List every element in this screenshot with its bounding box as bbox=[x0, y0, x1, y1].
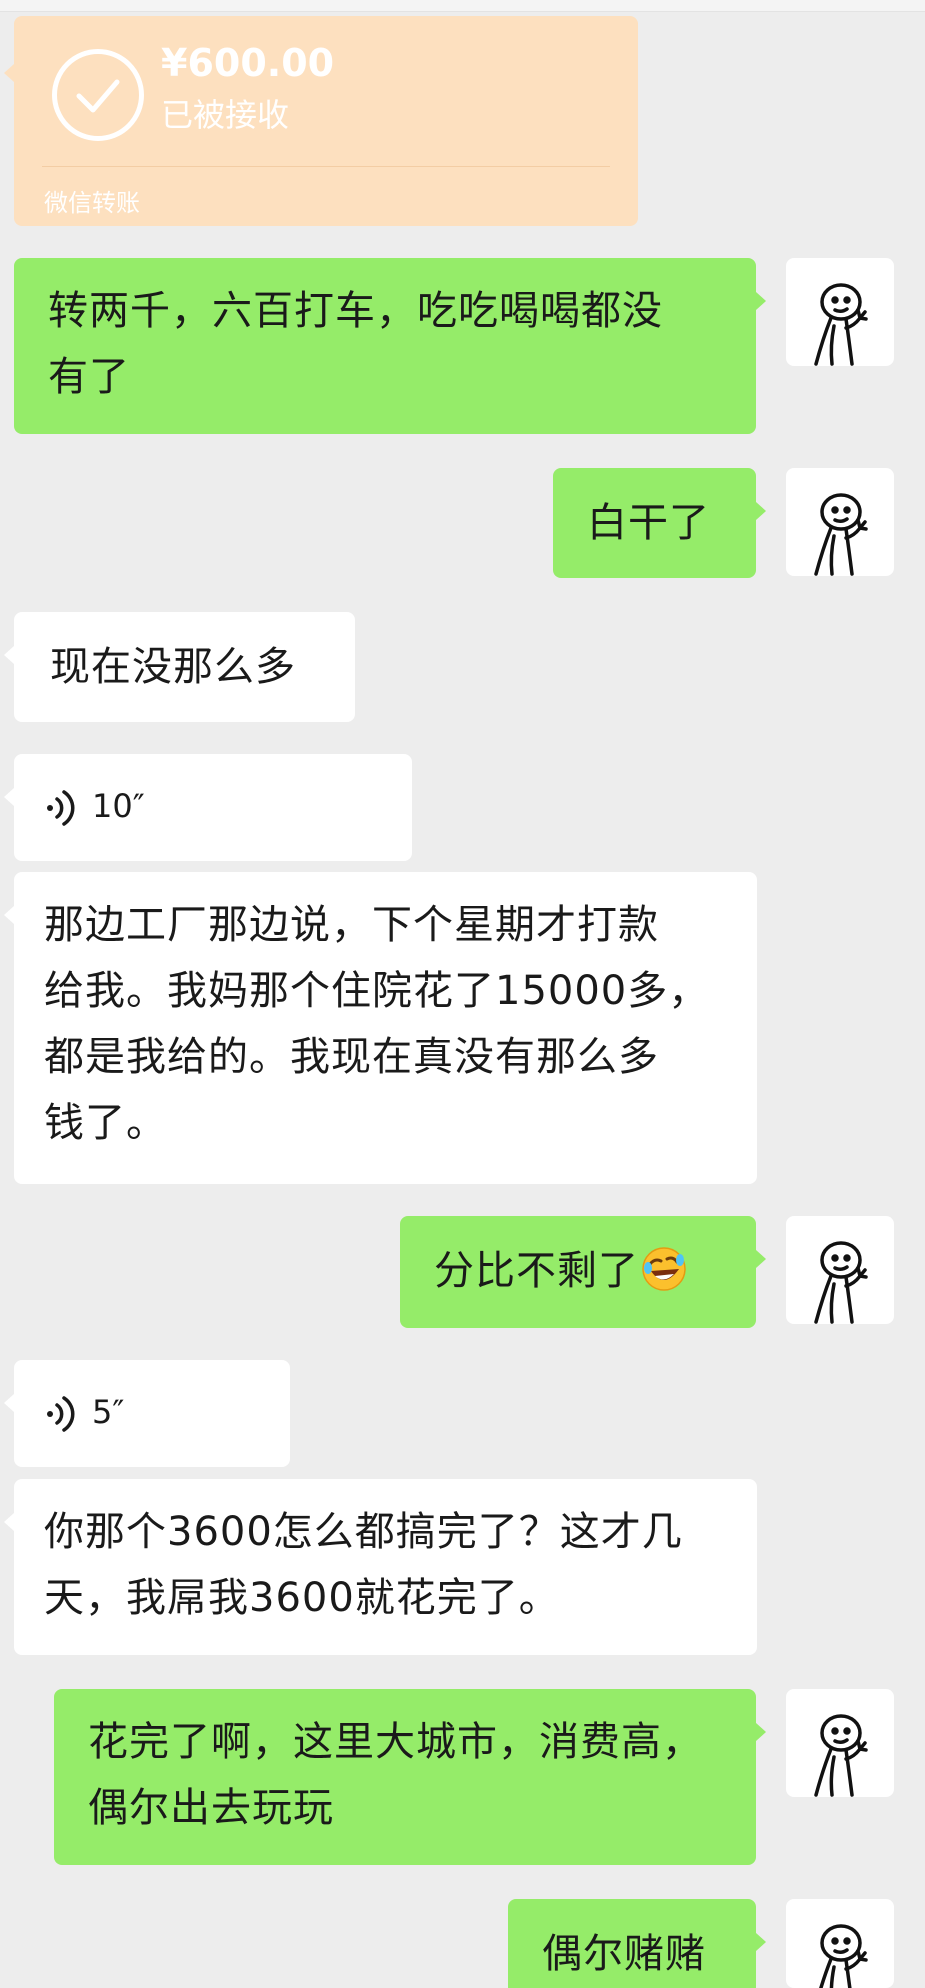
message-text: 你那个3600怎么都搞完了？这才几 天，我屌我3600就花完了。 bbox=[44, 1509, 683, 1621]
rolling-on-floor-laughing-emoji bbox=[642, 1247, 686, 1291]
stick-figure-avatar-icon[interactable] bbox=[786, 1899, 894, 1988]
message-text: 花完了啊，这里大城市，消费高， 偶尔出去玩玩 bbox=[88, 1719, 703, 1831]
voice-message-bubble[interactable]: 10″ bbox=[4, 754, 412, 861]
voice-duration: 5″ bbox=[92, 1393, 125, 1431]
message-bubble-outgoing[interactable]: 白干了 bbox=[553, 468, 766, 578]
message-bubble-outgoing[interactable]: 转两千，六百打车，吃吃喝喝都没 有了 bbox=[14, 258, 766, 434]
message-text: 现在没那么多 bbox=[50, 644, 296, 690]
message-text: 那边工厂那边说，下个星期才打款 给我。我妈那个住院花了15000多， 都是我给的… bbox=[44, 902, 710, 1146]
voice-wave-icon bbox=[47, 790, 75, 826]
message-bubble-outgoing[interactable]: 分比不剩了 bbox=[400, 1216, 766, 1328]
message-bubble-outgoing[interactable]: 偶尔赌赌 bbox=[508, 1899, 766, 1988]
top-divider bbox=[0, 0, 925, 12]
transfer-message-card[interactable]: ¥600.00 已被接收 微信转账 bbox=[4, 16, 638, 226]
check-circle-icon bbox=[52, 49, 144, 141]
message-bubble-incoming[interactable]: 那边工厂那边说，下个星期才打款 给我。我妈那个住院花了15000多， 都是我给的… bbox=[4, 872, 757, 1184]
transfer-divider bbox=[42, 166, 610, 167]
transfer-source-label: 微信转账 bbox=[44, 189, 140, 217]
voice-message-bubble[interactable]: 5″ bbox=[4, 1360, 290, 1467]
stick-figure-avatar-icon[interactable] bbox=[786, 1689, 894, 1797]
message-bubble-incoming[interactable]: 你那个3600怎么都搞完了？这才几 天，我屌我3600就花完了。 bbox=[4, 1479, 757, 1655]
message-text: 转两千，六百打车，吃吃喝喝都没 有了 bbox=[48, 288, 663, 400]
voice-duration: 10″ bbox=[92, 787, 145, 825]
stick-figure-avatar-icon[interactable] bbox=[786, 258, 894, 366]
message-bubble-incoming[interactable]: 现在没那么多 bbox=[4, 612, 355, 722]
transfer-status: 已被接收 bbox=[161, 96, 290, 134]
stick-figure-avatar-icon[interactable] bbox=[786, 1216, 894, 1324]
message-bubble-outgoing[interactable]: 花完了啊，这里大城市，消费高， 偶尔出去玩玩 bbox=[54, 1689, 766, 1865]
transfer-amount: ¥600.00 bbox=[161, 41, 335, 85]
message-text: 分比不剩了 bbox=[434, 1248, 639, 1294]
voice-wave-icon bbox=[47, 1396, 75, 1432]
stick-figure-avatar-icon[interactable] bbox=[786, 468, 894, 576]
chat-screen: ¥600.00 已被接收 微信转账 转两千，六百打车，吃吃喝喝都没 有了 白干了… bbox=[0, 0, 925, 1988]
message-text: 白干了 bbox=[587, 500, 710, 546]
message-text: 偶尔赌赌 bbox=[542, 1931, 706, 1977]
